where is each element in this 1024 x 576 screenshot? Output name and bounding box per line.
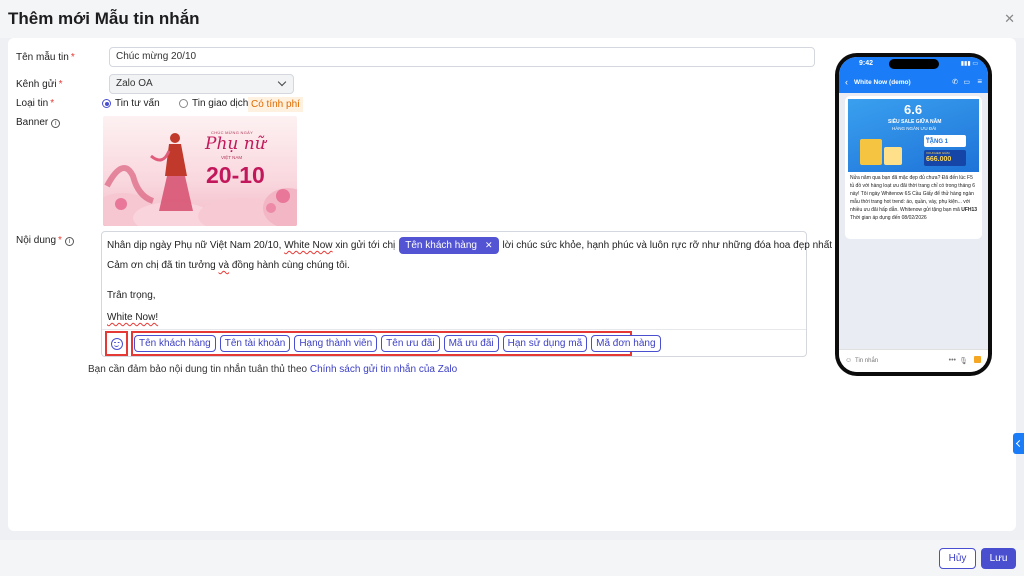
phone-preview: 9:42 ▮▮▮ ▭ ‹ White Now (demo) ✆ ▭ ≡ 6.6 … [835,53,992,376]
personalization-tags: Tên khách hàng Tên tài khoản Hạng thành … [131,331,661,356]
editor-line-3: Trân trọng, [107,290,156,301]
phone-notch [889,59,939,69]
image-icon [974,356,981,363]
tag-chip-member-tier[interactable]: Hạng thành viên [294,335,378,352]
info-icon: i [51,119,61,128]
battery-icon: ▮▮▮ ▭ [960,61,978,67]
promo-box-illustration [884,147,902,165]
emoji-button[interactable] [105,331,128,356]
editor-line-4: White Now! [107,312,159,323]
channel-select-value: Zalo OA [116,78,153,89]
banner-image[interactable]: CHÚC MỪNG NGÀY Phụ nữ VIỆT NAM 20-10 [103,116,297,226]
radio-unselected-icon [179,99,188,108]
chat-input-placeholder: Tin nhắn [855,358,879,364]
tag-chip-offer-name[interactable]: Tên ưu đãi [381,335,440,352]
channel-label: Kênh gửi * [16,79,63,90]
promo-badge-2: VOUCHER GIẢM 666.000 [924,150,966,166]
editor-text[interactable]: Nhân dịp ngày Phụ nữ Việt Nam 20/10, Whi… [107,237,850,325]
policy-link[interactable]: Chính sách gửi tin nhắn của Zalo [310,364,457,375]
tag-chip-account-name[interactable]: Tên tài khoản [219,335,291,352]
chat-header: ‹ White Now (demo) ✆ ▭ ≡ [839,71,988,93]
status-bar: 9:42 ▮▮▮ ▭ [839,57,988,71]
template-name-input[interactable]: Chúc mừng 20/10 [109,47,815,67]
modal-footer [0,540,1024,576]
chat-input-bar: ☺ Tin nhắn ••• 🎙 [839,349,988,372]
paid-badge: Có tính phí [248,97,303,112]
tag-chip-offer-code[interactable]: Mã ưu đãi [443,335,499,352]
inline-tag-chip[interactable]: Tên khách hàng ✕ [399,237,499,254]
cancel-button[interactable]: Hủy [939,548,976,569]
banner-date-text: 20-10 [206,162,265,188]
remove-tag-icon[interactable]: ✕ [485,240,493,251]
chat-contact-name: White Now (demo) [854,79,911,86]
preview-message-text: Nửa năm qua bạn đã mặc đẹp đủ chưa? Đã đ… [850,175,978,221]
modal-header: Thêm mới Mẫu tin nhắn ✕ [0,0,1024,38]
channel-select[interactable]: Zalo OA [109,74,294,94]
menu-icon: ≡ [977,77,982,86]
save-button[interactable]: Lưu [981,548,1016,569]
more-icon: ••• [948,357,956,364]
editor-divider [102,329,806,330]
editor-line-2: Cảm ơn chị đã tin tưởng và đồng hành cùn… [107,260,350,271]
status-time: 9:42 [859,60,874,67]
call-icon: ✆ [952,79,958,86]
promo-headline-2: HÀNG NGÀN ƯU ĐÃI [892,126,937,131]
close-icon[interactable]: ✕ [1004,11,1015,27]
tag-chip-order-code[interactable]: Mã đơn hàng [591,335,661,352]
brand-name: White Now [284,240,333,252]
chevron-down-icon [277,77,287,87]
side-collapse-tab[interactable] [1013,433,1024,454]
mic-icon: 🎙 [959,358,968,365]
content-editor[interactable]: Nhân dịp ngày Phụ nữ Việt Nam 20/10, Whi… [101,231,850,357]
banner-script-text: Phụ nữ [205,134,266,154]
video-icon: ▭ [963,79,970,86]
modal-title: Thêm mới Mẫu tin nhắn [8,9,200,28]
tag-chip-customer-name[interactable]: Tên khách hàng [134,335,216,352]
info-icon: i [64,237,74,246]
smiley-icon [110,337,123,350]
phone-screen: 9:42 ▮▮▮ ▭ ‹ White Now (demo) ✆ ▭ ≡ 6.6 … [839,57,988,372]
message-bubble: 6.6 SIÊU SALE GIỮA NĂM HÀNG NGÀN ƯU ĐÃI … [845,96,982,239]
message-type-label: Loại tin * [16,98,55,109]
inline-tag-label: Tên khách hàng [405,240,477,251]
template-name-label: Tên mẫu tin * [16,52,75,63]
promo-image: 6.6 SIÊU SALE GIỮA NĂM HÀNG NGÀN ƯU ĐÃI … [848,99,979,172]
content-label: Nội dung * i [16,235,74,246]
tag-chip-code-expiry[interactable]: Hạn sử dụng mã [502,335,588,352]
sticker-icon: ☺ [845,357,853,364]
radio-tin-giao-dich[interactable]: Tin giao dịch [179,98,248,109]
promo-badge-1: MUA TẶNG 1 [924,135,966,147]
promo-big-text: 6.6 [904,102,923,117]
editor-line-1: Nhân dịp ngày Phụ nữ Việt Nam 20/10, Whi… [107,237,850,254]
banner-label: Banner i [16,117,61,128]
radio-selected-icon [102,99,111,108]
radio-label: Tin tư vấn [115,98,160,109]
promo-bag-illustration [860,139,882,165]
radio-tin-tu-van[interactable]: Tin tư vấn [102,98,160,109]
radio-label: Tin giao dịch [192,98,249,109]
policy-notice: Bạn cần đảm bảo nội dung tin nhắn tuân t… [88,364,458,375]
banner-country-text: VIỆT NAM [221,155,243,160]
promo-headline-1: SIÊU SALE GIỮA NĂM [888,119,942,125]
back-arrow-icon: ‹ [845,77,848,87]
